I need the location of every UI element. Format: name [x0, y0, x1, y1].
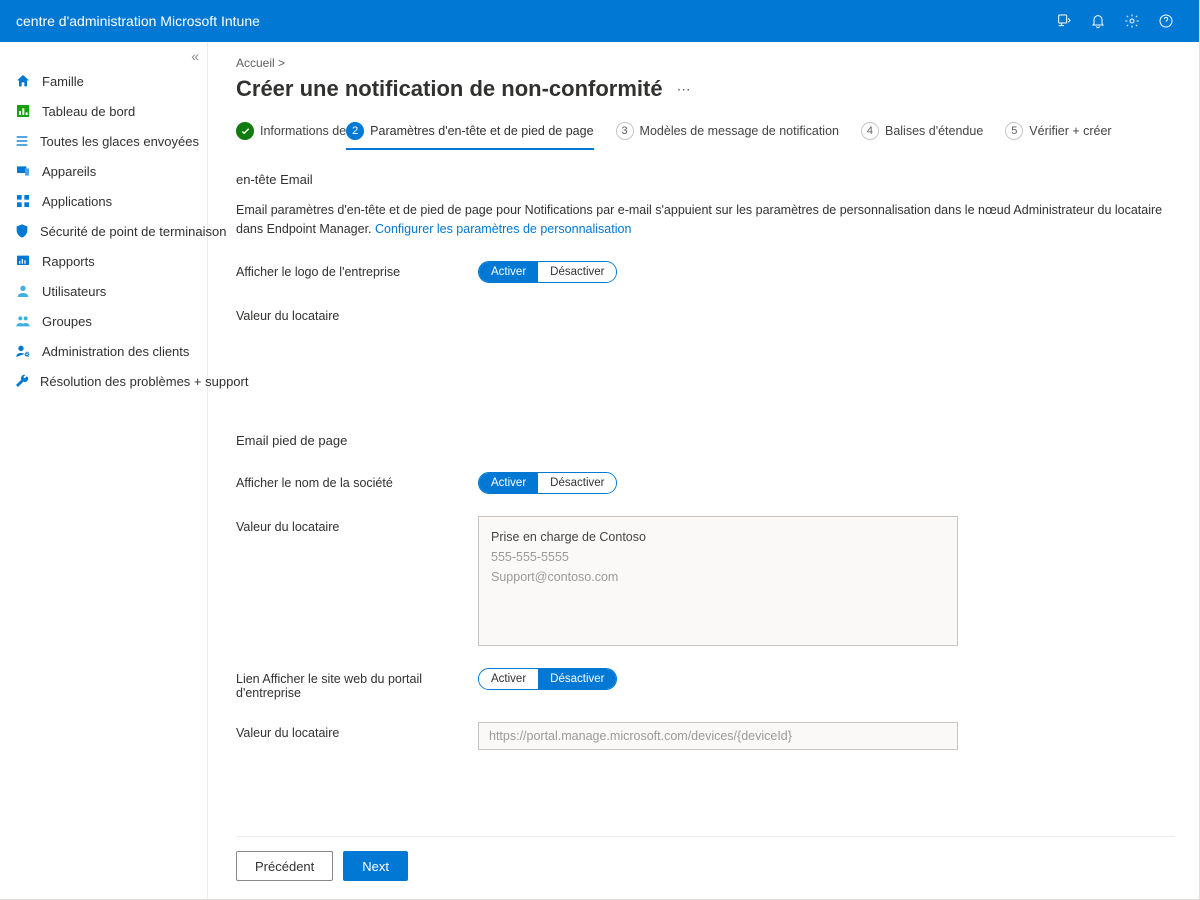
- tenant-value-line: Prise en charge de Contoso: [491, 527, 945, 547]
- toggle-enable-option[interactable]: Activer: [479, 473, 538, 493]
- top-bar: centre d'administration Microsoft Intune: [0, 0, 1199, 42]
- toggle-enable-option[interactable]: Activer: [479, 669, 538, 689]
- show-company-name-toggle[interactable]: Activer Désactiver: [478, 472, 617, 494]
- sidebar-item-label: Résolution des problèmes + support: [40, 374, 248, 389]
- reports-icon: [14, 252, 32, 270]
- tenant-url-field: https://portal.manage.microsoft.com/devi…: [478, 722, 958, 750]
- show-company-name-label: Afficher le nom de la société: [236, 472, 466, 490]
- show-logo-label: Afficher le logo de l'entreprise: [236, 261, 466, 279]
- tenant-value-label-3: Valeur du locataire: [236, 722, 466, 740]
- app-title: centre d'administration Microsoft Intune: [16, 13, 260, 29]
- step-review-create[interactable]: 5 Vérifier + créer: [1005, 122, 1111, 150]
- sidebar-item-tenant-admin[interactable]: Administration des clients: [0, 336, 207, 366]
- step-label: Modèles de message de notification: [640, 124, 839, 138]
- step-label: Informations de: [260, 124, 346, 138]
- section-description: Email paramètres d'en-tête et de pied de…: [236, 201, 1166, 239]
- portal-link-toggle[interactable]: Activer Désactiver: [478, 668, 617, 690]
- user-icon: [14, 282, 32, 300]
- step-number-icon: 4: [861, 122, 879, 140]
- help-icon[interactable]: [1149, 0, 1183, 42]
- sidebar-item-all-services[interactable]: Toutes les glaces envoyées: [0, 126, 207, 156]
- sidebar-item-label: Toutes les glaces envoyées: [40, 134, 199, 149]
- list-icon: [14, 132, 30, 150]
- step-message-templates[interactable]: 3 Modèles de message de notification: [616, 122, 839, 150]
- sidebar-item-label: Rapports: [42, 254, 95, 269]
- section-footer-email: Email pied de page: [236, 433, 1175, 448]
- toggle-disable-option[interactable]: Désactiver: [538, 262, 616, 282]
- sidebar-item-dashboard[interactable]: Tableau de bord: [0, 96, 207, 126]
- notifications-icon[interactable]: [1081, 0, 1115, 42]
- admin-icon: [14, 342, 32, 360]
- sidebar-item-groups[interactable]: Groupes: [0, 306, 207, 336]
- sidebar-item-label: Tableau de bord: [42, 104, 135, 119]
- step-label: Paramètres d'en-tête et de pied de page: [370, 124, 593, 138]
- devices-icon: [14, 162, 32, 180]
- step-number-icon: 5: [1005, 122, 1023, 140]
- settings-icon[interactable]: [1115, 0, 1149, 42]
- show-logo-toggle[interactable]: Activer Désactiver: [478, 261, 617, 283]
- sidebar-item-endpoint-security[interactable]: Sécurité de point de terminaison: [0, 216, 207, 246]
- dev-tools-icon[interactable]: [1047, 0, 1081, 42]
- dashboard-icon: [14, 102, 32, 120]
- sidebar-item-users[interactable]: Utilisateurs: [0, 276, 207, 306]
- step-label: Balises d'étendue: [885, 124, 983, 138]
- sidebar-item-troubleshoot[interactable]: Résolution des problèmes + support: [0, 366, 207, 396]
- sidebar-item-label: Sécurité de point de terminaison: [40, 224, 226, 239]
- wizard-footer: Précédent Next: [236, 836, 1175, 895]
- sidebar-item-devices[interactable]: Appareils: [0, 156, 207, 186]
- check-icon: [236, 122, 254, 140]
- section-header-email: en-tête Email: [236, 172, 1175, 187]
- step-scope-tags[interactable]: 4 Balises d'étendue: [861, 122, 983, 150]
- tenant-value-box: Prise en charge de Contoso 555-555-5555 …: [478, 516, 958, 646]
- step-label: Vérifier + créer: [1029, 124, 1111, 138]
- home-icon: [14, 72, 32, 90]
- sidebar-item-label: Groupes: [42, 314, 92, 329]
- sidebar: « Famille Tableau de bord Toutes les gla…: [0, 42, 208, 899]
- step-number-icon: 3: [616, 122, 634, 140]
- step-header-footer[interactable]: 2 Paramètres d'en-tête et de pied de pag…: [346, 122, 593, 150]
- customize-settings-link[interactable]: Configurer les paramètres de personnalis…: [375, 222, 631, 236]
- main-content: Accueil > Créer une notification de non-…: [208, 42, 1199, 899]
- sidebar-item-label: Applications: [42, 194, 112, 209]
- sidebar-item-apps[interactable]: Applications: [0, 186, 207, 216]
- toggle-disable-option[interactable]: Désactiver: [538, 669, 616, 689]
- sidebar-item-label: Utilisateurs: [42, 284, 106, 299]
- step-number-icon: 2: [346, 122, 364, 140]
- apps-icon: [14, 192, 32, 210]
- breadcrumb[interactable]: Accueil >: [236, 56, 1175, 70]
- collapse-sidebar-icon[interactable]: «: [191, 48, 199, 64]
- wizard-stepper: Informations de 2 Paramètres d'en-tête e…: [236, 122, 1175, 150]
- sidebar-item-label: Administration des clients: [42, 344, 189, 359]
- wrench-icon: [14, 372, 30, 390]
- shield-icon: [14, 222, 30, 240]
- toggle-disable-option[interactable]: Désactiver: [538, 473, 616, 493]
- groups-icon: [14, 312, 32, 330]
- tenant-value-label: Valeur du locataire: [236, 305, 466, 323]
- previous-button[interactable]: Précédent: [236, 851, 333, 881]
- page-title: Créer une notification de non-conformité: [236, 76, 663, 102]
- sidebar-item-home[interactable]: Famille: [0, 66, 207, 96]
- sidebar-item-reports[interactable]: Rapports: [0, 246, 207, 276]
- next-button[interactable]: Next: [343, 851, 408, 881]
- step-basic-info[interactable]: Informations de: [236, 122, 346, 150]
- portal-link-label: Lien Afficher le site web du portail d'e…: [236, 668, 466, 700]
- tenant-value-label-2: Valeur du locataire: [236, 516, 466, 534]
- sidebar-item-label: Appareils: [42, 164, 96, 179]
- tenant-value-line: 555-555-5555: [491, 547, 945, 567]
- tenant-value-line: Support@contoso.com: [491, 567, 945, 587]
- sidebar-item-label: Famille: [42, 74, 84, 89]
- toggle-enable-option[interactable]: Activer: [479, 262, 538, 282]
- more-actions-icon[interactable]: ⋯: [677, 81, 691, 98]
